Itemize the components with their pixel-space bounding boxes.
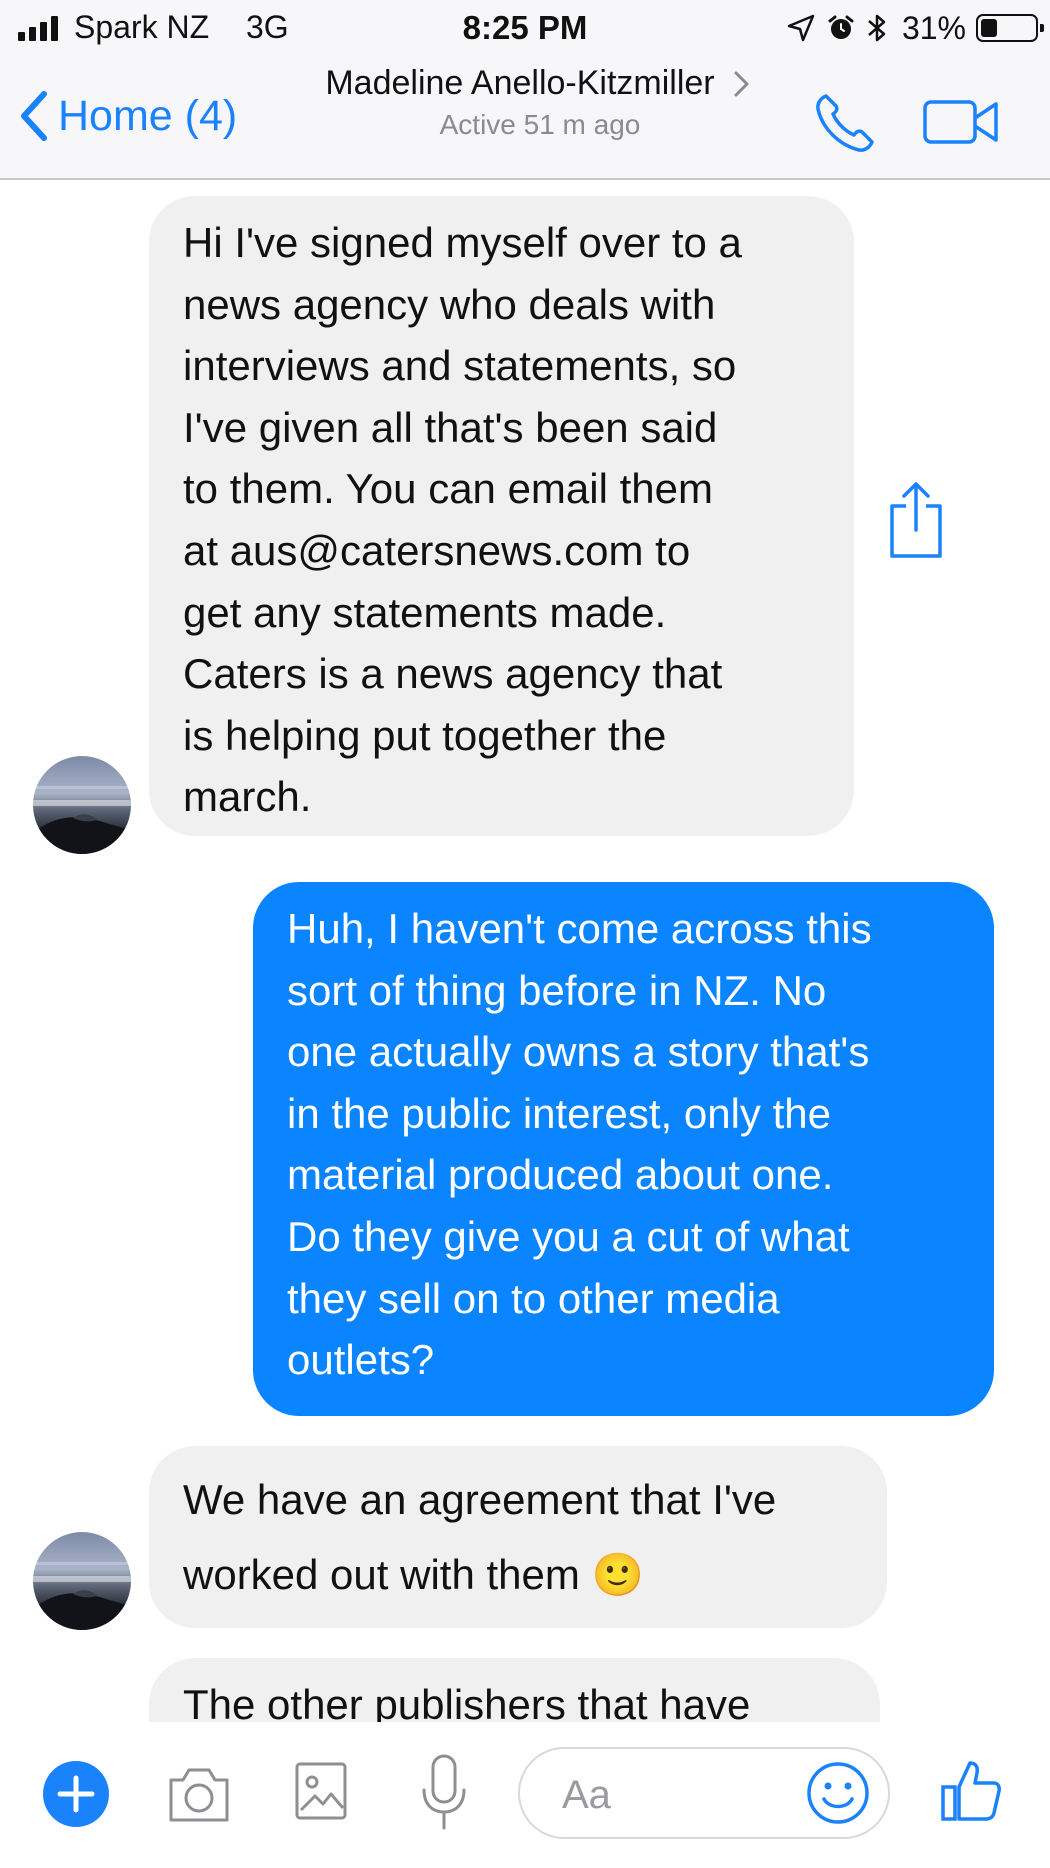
battery-level [981, 19, 997, 37]
like-button[interactable] [940, 1757, 1002, 1823]
back-label: Home (4) [58, 91, 238, 140]
incoming-message[interactable]: The other publishers that have [149, 1658, 880, 1722]
message-line: I've given all that's been said [183, 403, 718, 451]
conversation-header: Home (4) Madeline Anello-Kitzmiller Acti… [0, 56, 1050, 180]
status-bar: Spark NZ 3G 8:25 PM 31% [0, 0, 1050, 56]
message-line: worked out with them 🙂 [183, 1551, 644, 1598]
chevron-left-icon [21, 91, 47, 141]
message-line: get any statements made. [183, 588, 667, 636]
share-button[interactable] [884, 480, 948, 562]
image-icon [295, 1762, 347, 1820]
message-line: one actually owns a story that's [287, 1028, 870, 1076]
more-actions-button[interactable] [42, 1760, 110, 1828]
message-line: is helping put together the [183, 711, 667, 759]
message-line: Caters is a news agency that [183, 650, 723, 698]
thumbs-up-icon [941, 1761, 1001, 1821]
location-icon [787, 14, 815, 42]
phone-icon [816, 94, 874, 152]
video-camera-icon [923, 100, 998, 144]
incoming-message[interactable]: Hi I've signed myself over to a news age… [149, 196, 854, 836]
alarm-icon [828, 15, 854, 39]
status-indicators: 31% [786, 8, 1044, 48]
message-composer [0, 1722, 1050, 1868]
message-thread[interactable]: Hi I've signed myself over to a news age… [0, 180, 1050, 1722]
contact-avatar[interactable] [33, 1532, 131, 1630]
message-line: The other publishers that have [183, 1681, 751, 1722]
message-line: Do they give you a cut of what [287, 1212, 850, 1260]
message-line: Huh, I haven't come across this [287, 905, 872, 952]
share-icon [890, 482, 942, 558]
message-line: news agency who deals with [183, 280, 716, 328]
message-line: at aus@catersnews.com to [183, 526, 691, 574]
contact-info[interactable]: Madeline Anello-Kitzmiller Active 51 m a… [290, 64, 790, 141]
message-line: sort of thing before in NZ. No [287, 966, 827, 1014]
message-input[interactable] [560, 1767, 794, 1823]
outgoing-message[interactable]: Huh, I haven't come across this sort of … [253, 882, 994, 1416]
plus-icon [43, 1761, 109, 1827]
message-line: interviews and statements, so [183, 342, 737, 390]
battery-percent: 31% [901, 9, 966, 46]
message-input-container[interactable] [518, 1747, 890, 1839]
contact-name: Madeline Anello-Kitzmiller [325, 64, 715, 102]
message-line: outlets? [287, 1336, 435, 1384]
emoji-icon [807, 1762, 869, 1824]
battery-icon [976, 14, 1044, 42]
message-line: in the public interest, only the [287, 1089, 831, 1137]
message-line: material produced about one. [287, 1151, 834, 1199]
message-line: Hi I've signed myself over to a [183, 219, 742, 266]
microphone-icon [422, 1754, 466, 1830]
contact-status: Active 51 m ago [439, 109, 641, 140]
gallery-button[interactable] [293, 1760, 349, 1822]
contact-avatar[interactable] [33, 756, 131, 854]
message-line: to them. You can email them [183, 465, 713, 513]
camera-button[interactable] [165, 1762, 233, 1826]
emoji-button[interactable] [804, 1759, 872, 1827]
message-line: We have an agreement that I've [183, 1476, 777, 1523]
bluetooth-icon [868, 14, 886, 42]
back-button[interactable]: Home (4) [18, 86, 237, 146]
message-line: march. [183, 773, 312, 821]
message-line: they sell on to other media [287, 1274, 780, 1322]
voice-call-button[interactable] [812, 90, 882, 156]
chevron-right-icon [734, 71, 749, 96]
voice-message-button[interactable] [418, 1752, 470, 1834]
incoming-message[interactable]: We have an agreement that I've worked ou… [149, 1446, 887, 1628]
camera-icon [169, 1768, 229, 1822]
video-call-button[interactable] [922, 96, 1000, 148]
